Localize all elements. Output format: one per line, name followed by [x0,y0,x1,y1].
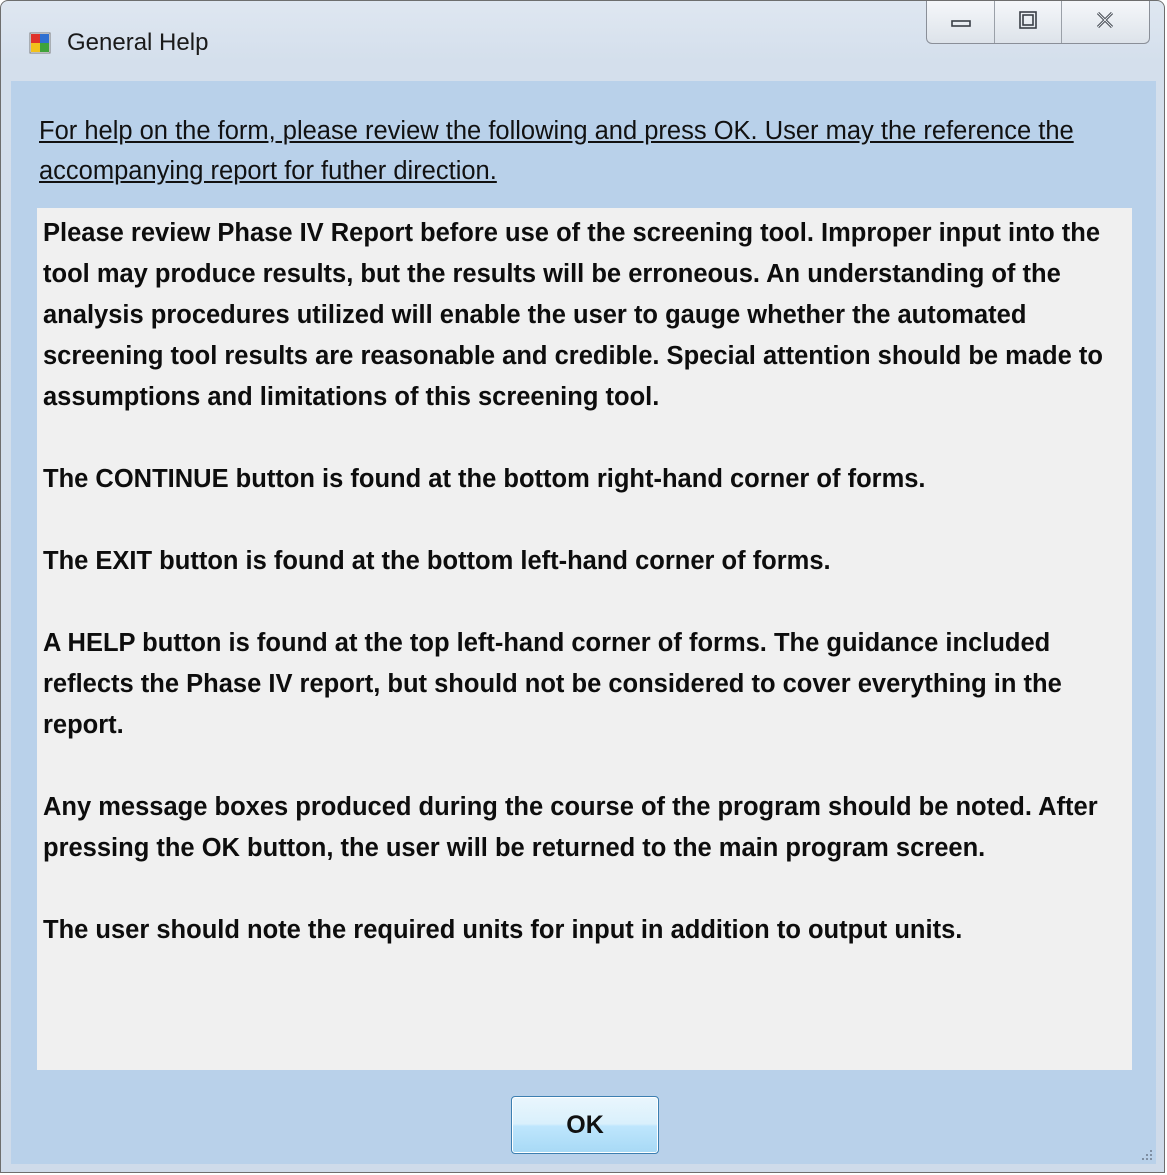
application-form-icon [29,32,51,54]
form-client-area: For help on the form, please review the … [11,81,1156,1164]
maximize-button[interactable] [995,1,1062,43]
close-icon [1093,10,1117,34]
maximize-icon [1018,10,1038,34]
help-text-box[interactable]: Please review Phase IV Report before use… [37,208,1132,1070]
help-paragraph: The CONTINUE button is found at the bott… [43,465,926,493]
help-paragraph: A HELP button is found at the top left-h… [43,629,1062,739]
help-paragraph: Please review Phase IV Report before use… [43,219,1103,411]
minimize-button[interactable] [927,1,996,43]
title-bar[interactable]: General Help [1,1,1164,81]
help-paragraph: The user should note the required units … [43,916,963,944]
close-button[interactable] [1062,1,1149,43]
resize-grip-icon[interactable] [1138,1146,1154,1162]
caption-buttons [926,1,1150,44]
minimize-icon [950,13,972,32]
help-dialog-window: General Help For help on the form, pleas… [0,0,1165,1173]
ok-button[interactable]: OK [511,1096,659,1154]
window-title: General Help [67,29,209,56]
help-paragraph: Any message boxes produced during the co… [43,793,1098,862]
help-paragraph: The EXIT button is found at the bottom l… [43,547,831,575]
help-heading: For help on the form, please review the … [39,117,1074,185]
